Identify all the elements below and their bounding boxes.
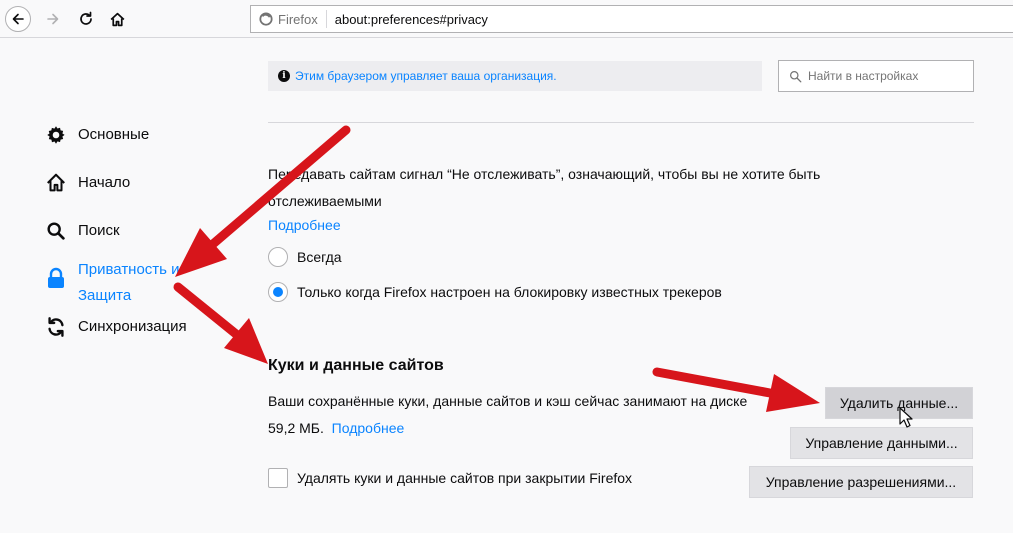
mouse-cursor-icon: [899, 407, 913, 428]
firefox-logo-icon: [259, 12, 273, 26]
forward-arrow-icon: [47, 13, 59, 25]
home-icon: [44, 171, 68, 195]
policies-notice: i Этим браузером управляет ваша организа…: [268, 61, 762, 91]
dnt-default-radio[interactable]: [268, 282, 288, 302]
category-label: Синхронизация: [78, 318, 187, 335]
info-icon: i: [278, 70, 290, 82]
sync-icon: [44, 315, 68, 339]
cookies-learn-more-link[interactable]: Подробнее: [332, 420, 405, 436]
category-label: Основные: [78, 126, 150, 143]
gear-icon: [44, 123, 68, 147]
radio-label: Только когда Firefox настроен на блокиро…: [297, 284, 722, 300]
search-icon: [44, 219, 68, 243]
section-divider: [268, 122, 974, 123]
dnt-always-radio[interactable]: [268, 247, 288, 267]
identity-box[interactable]: Firefox: [251, 10, 327, 28]
category-label-line2: Защита: [78, 287, 132, 304]
category-label: Поиск: [78, 222, 120, 239]
reload-icon: [80, 11, 92, 25]
forward-button[interactable]: [40, 6, 66, 32]
url-text[interactable]: about:preferences#privacy: [327, 12, 488, 27]
identity-label: Firefox: [278, 11, 318, 27]
home-icon: [110, 12, 124, 26]
category-general[interactable]: Основные: [44, 123, 149, 147]
category-label: Приватность и Защита: [78, 257, 208, 309]
category-label: Начало: [78, 174, 131, 191]
policies-notice-link[interactable]: Этим браузером управляет ваша организаци…: [295, 69, 557, 83]
manage-data-button[interactable]: Управление данными...: [790, 427, 973, 459]
cookies-heading: Куки и данные сайтов: [268, 357, 444, 374]
url-bar[interactable]: Firefox about:preferences#privacy: [250, 5, 1013, 33]
category-label-line1: Приватность и: [78, 261, 180, 278]
cookies-description: Ваши сохранённые куки, данные сайтов и к…: [268, 388, 768, 442]
browser-toolbar: Firefox about:preferences#privacy: [0, 0, 1013, 38]
search-icon: [790, 70, 802, 82]
radio-label: Всегда: [297, 249, 342, 265]
radio-selected-dot: [273, 287, 283, 297]
home-button[interactable]: [104, 6, 130, 32]
do-not-track-learn-more-link[interactable]: Подробнее: [268, 217, 341, 233]
dnt-always-option[interactable]: Всегда: [268, 247, 342, 267]
category-sync[interactable]: Синхронизация: [44, 315, 187, 339]
reload-button[interactable]: [73, 6, 99, 32]
manage-permissions-button[interactable]: Управление разрешениями...: [749, 466, 973, 498]
category-home[interactable]: Начало: [44, 171, 130, 195]
delete-on-close-option[interactable]: Удалять куки и данные сайтов при закрыти…: [268, 468, 632, 488]
back-button[interactable]: [5, 6, 31, 32]
delete-on-close-checkbox[interactable]: [268, 468, 288, 488]
search-settings-box[interactable]: [778, 60, 974, 92]
do-not-track-description: Передавать сайтам сигнал “Не отслеживать…: [268, 166, 821, 209]
category-search[interactable]: Поиск: [44, 219, 120, 243]
checkbox-label: Удалять куки и данные сайтов при закрыти…: [297, 470, 633, 486]
dnt-default-option[interactable]: Только когда Firefox настроен на блокиро…: [268, 282, 722, 302]
back-arrow-icon: [12, 13, 24, 25]
lock-icon: [44, 266, 68, 290]
category-privacy[interactable]: Приватность и Защита: [44, 257, 208, 309]
search-settings-input[interactable]: [808, 69, 968, 83]
